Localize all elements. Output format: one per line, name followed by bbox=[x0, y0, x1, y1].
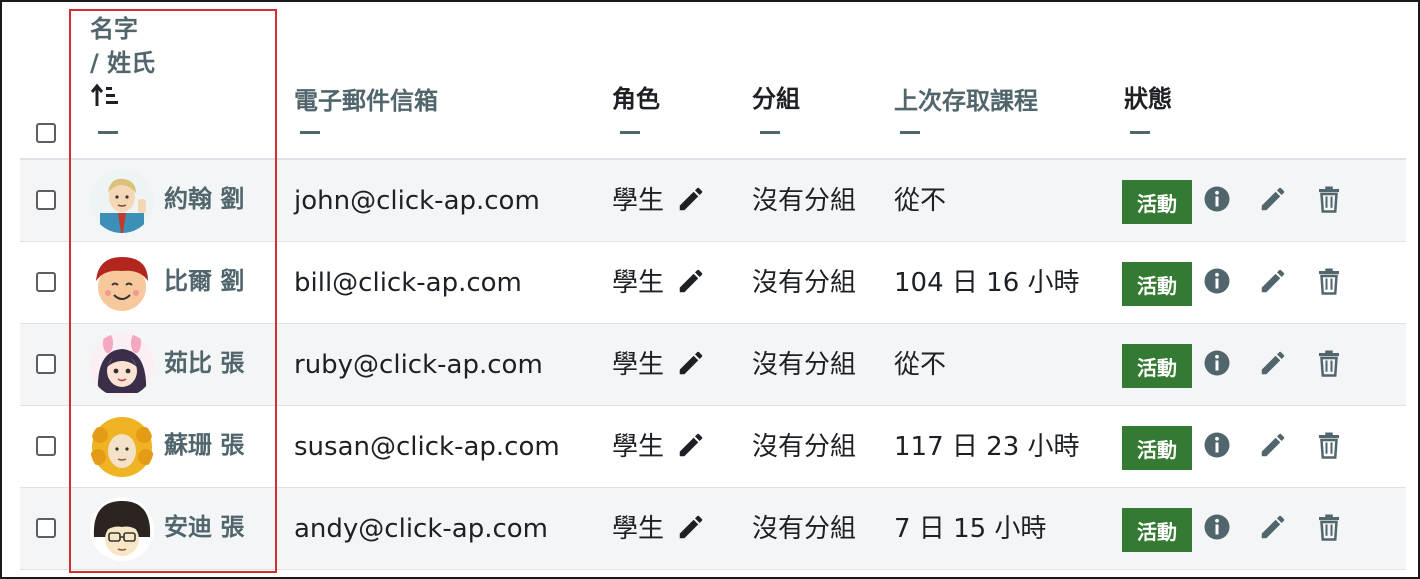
user-group: 沒有分組 bbox=[752, 350, 857, 380]
pencil-icon[interactable] bbox=[676, 430, 706, 460]
role-edit[interactable]: 學生 bbox=[612, 266, 703, 300]
name-column-highlight bbox=[69, 9, 277, 573]
info-icon[interactable] bbox=[1202, 512, 1232, 542]
row-select-checkbox[interactable] bbox=[36, 436, 56, 456]
trash-icon[interactable] bbox=[1314, 512, 1344, 542]
participants-panel: 名字 / 姓氏 電子郵件信箱 角色 分組 上次存取課程 狀態 約翰 劉 john… bbox=[0, 0, 1420, 579]
edit-enrolment-icon[interactable] bbox=[1258, 430, 1288, 460]
role-edit[interactable]: 學生 bbox=[612, 430, 703, 464]
role-label: 學生 bbox=[612, 514, 665, 544]
header-email[interactable]: 電子郵件信箱 bbox=[294, 84, 438, 118]
trash-icon[interactable] bbox=[1314, 430, 1344, 460]
header-email-hide-toggle[interactable] bbox=[300, 131, 320, 134]
row-select-checkbox[interactable] bbox=[36, 190, 56, 210]
user-group: 沒有分組 bbox=[752, 268, 857, 298]
info-icon[interactable] bbox=[1202, 184, 1232, 214]
pencil-icon[interactable] bbox=[676, 512, 706, 542]
trash-icon[interactable] bbox=[1314, 266, 1344, 296]
row-select-checkbox[interactable] bbox=[36, 354, 56, 374]
pencil-icon[interactable] bbox=[676, 266, 706, 296]
user-email: bill@click-ap.com bbox=[294, 268, 522, 298]
select-all-checkbox[interactable] bbox=[36, 123, 56, 143]
header-last-access[interactable]: 上次存取課程 bbox=[894, 84, 1038, 118]
edit-enrolment-icon[interactable] bbox=[1258, 348, 1288, 378]
trash-icon[interactable] bbox=[1314, 348, 1344, 378]
last-access: 從不 bbox=[894, 186, 947, 216]
role-edit[interactable]: 學生 bbox=[612, 512, 703, 546]
header-status: 狀態 bbox=[1124, 85, 1172, 113]
status-badge: 活動 bbox=[1122, 262, 1192, 306]
trash-icon[interactable] bbox=[1314, 184, 1344, 214]
info-icon[interactable] bbox=[1202, 348, 1232, 378]
header-role-hide-toggle[interactable] bbox=[620, 131, 640, 134]
header-role: 角色 bbox=[612, 85, 660, 113]
pencil-icon[interactable] bbox=[676, 348, 706, 378]
header-group-hide-toggle[interactable] bbox=[760, 131, 780, 134]
user-email: john@click-ap.com bbox=[294, 186, 540, 216]
role-edit[interactable]: 學生 bbox=[612, 184, 703, 218]
role-label: 學生 bbox=[612, 268, 665, 298]
header-group: 分組 bbox=[752, 85, 800, 113]
user-group: 沒有分組 bbox=[752, 186, 857, 216]
role-label: 學生 bbox=[612, 186, 665, 216]
edit-enrolment-icon[interactable] bbox=[1258, 266, 1288, 296]
status-badge: 活動 bbox=[1122, 344, 1192, 388]
status-badge: 活動 bbox=[1122, 426, 1192, 470]
user-email: andy@click-ap.com bbox=[294, 514, 549, 544]
info-icon[interactable] bbox=[1202, 430, 1232, 460]
status-badge: 活動 bbox=[1122, 180, 1192, 224]
row-select-checkbox[interactable] bbox=[36, 272, 56, 292]
user-email: ruby@click-ap.com bbox=[294, 350, 543, 380]
status-badge: 活動 bbox=[1122, 508, 1192, 552]
edit-enrolment-icon[interactable] bbox=[1258, 512, 1288, 542]
last-access: 7 日 15 小時 bbox=[894, 514, 1047, 544]
user-group: 沒有分組 bbox=[752, 432, 857, 462]
last-access: 104 日 16 小時 bbox=[894, 268, 1080, 298]
header-status-hide-toggle[interactable] bbox=[1130, 131, 1150, 134]
role-label: 學生 bbox=[612, 432, 665, 462]
role-label: 學生 bbox=[612, 350, 665, 380]
last-access: 從不 bbox=[894, 350, 947, 380]
pencil-icon[interactable] bbox=[676, 184, 706, 214]
edit-enrolment-icon[interactable] bbox=[1258, 184, 1288, 214]
user-email: susan@click-ap.com bbox=[294, 432, 560, 462]
user-group: 沒有分組 bbox=[752, 514, 857, 544]
row-select-checkbox[interactable] bbox=[36, 518, 56, 538]
info-icon[interactable] bbox=[1202, 266, 1232, 296]
last-access: 117 日 23 小時 bbox=[894, 432, 1080, 462]
role-edit[interactable]: 學生 bbox=[612, 348, 703, 382]
header-last-access-hide-toggle[interactable] bbox=[900, 131, 920, 134]
